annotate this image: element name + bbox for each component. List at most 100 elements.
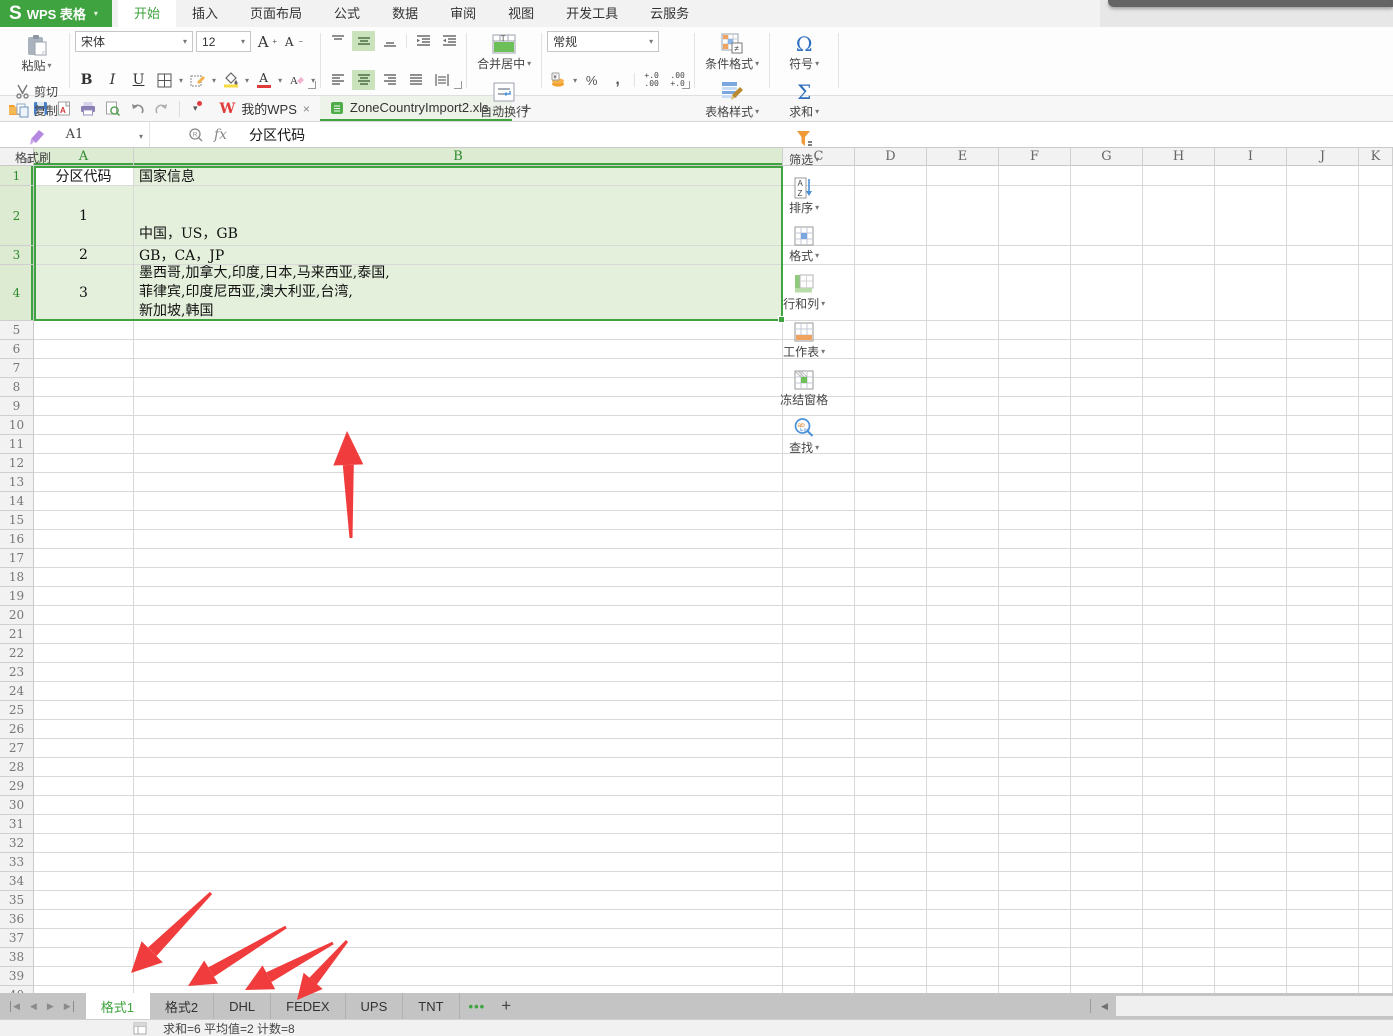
cell-K22[interactable]: [1359, 644, 1393, 663]
cell-I25[interactable]: [1215, 701, 1287, 720]
cell-K38[interactable]: [1359, 948, 1393, 967]
cell-E26[interactable]: [927, 720, 999, 739]
cell-K39[interactable]: [1359, 967, 1393, 986]
cell-J7[interactable]: [1287, 359, 1359, 378]
cell-K31[interactable]: [1359, 815, 1393, 834]
cell-G9[interactable]: [1071, 397, 1143, 416]
cell-F34[interactable]: [999, 872, 1071, 891]
row-header-7[interactable]: 7: [0, 359, 34, 378]
cell-G13[interactable]: [1071, 473, 1143, 492]
cell-I14[interactable]: [1215, 492, 1287, 511]
cell-C33[interactable]: [783, 853, 855, 872]
cell-A32[interactable]: [34, 834, 134, 853]
cell-C26[interactable]: [783, 720, 855, 739]
cell-D22[interactable]: [855, 644, 927, 663]
cell-H24[interactable]: [1143, 682, 1215, 701]
cell-B8[interactable]: [134, 378, 783, 397]
row-header-8[interactable]: 8: [0, 378, 34, 397]
cell-J15[interactable]: [1287, 511, 1359, 530]
cell-C29[interactable]: [783, 777, 855, 796]
cell-E27[interactable]: [927, 739, 999, 758]
cell-I39[interactable]: [1215, 967, 1287, 986]
cell-K29[interactable]: [1359, 777, 1393, 796]
cell-C19[interactable]: [783, 587, 855, 606]
cell-A26[interactable]: [34, 720, 134, 739]
menu-item-插入[interactable]: 插入: [176, 0, 234, 27]
cell-E18[interactable]: [927, 568, 999, 587]
cell-D31[interactable]: [855, 815, 927, 834]
menu-item-公式[interactable]: 公式: [318, 0, 376, 27]
cell-G15[interactable]: [1071, 511, 1143, 530]
cell-F14[interactable]: [999, 492, 1071, 511]
cell-H10[interactable]: [1143, 416, 1215, 435]
cell-C28[interactable]: [783, 758, 855, 777]
cell-G39[interactable]: [1071, 967, 1143, 986]
cell-F33[interactable]: [999, 853, 1071, 872]
table-style-button[interactable]: 表格样式▾: [700, 79, 764, 123]
cell-F22[interactable]: [999, 644, 1071, 663]
cell-I4[interactable]: [1215, 265, 1287, 321]
cell-I24[interactable]: [1215, 682, 1287, 701]
cell-A35[interactable]: [34, 891, 134, 910]
cell-D14[interactable]: [855, 492, 927, 511]
cell-E13[interactable]: [927, 473, 999, 492]
cell-J3[interactable]: [1287, 246, 1359, 265]
cell-J18[interactable]: [1287, 568, 1359, 587]
cell-H5[interactable]: [1143, 321, 1215, 340]
sum-button[interactable]: Σ 求和▾: [775, 79, 833, 123]
cell-J6[interactable]: [1287, 340, 1359, 359]
cell-G25[interactable]: [1071, 701, 1143, 720]
cell-F5[interactable]: [999, 321, 1071, 340]
cell-J28[interactable]: [1287, 758, 1359, 777]
row-header-30[interactable]: 30: [0, 796, 34, 815]
cell-J16[interactable]: [1287, 530, 1359, 549]
cell-D24[interactable]: [855, 682, 927, 701]
row-header-27[interactable]: 27: [0, 739, 34, 758]
cell-H33[interactable]: [1143, 853, 1215, 872]
cell-I20[interactable]: [1215, 606, 1287, 625]
cell-E40[interactable]: [927, 986, 999, 993]
cell-H25[interactable]: [1143, 701, 1215, 720]
cell-K26[interactable]: [1359, 720, 1393, 739]
cell-J35[interactable]: [1287, 891, 1359, 910]
cell-F10[interactable]: [999, 416, 1071, 435]
cell-I33[interactable]: [1215, 853, 1287, 872]
row-header-38[interactable]: 38: [0, 948, 34, 967]
cell-K28[interactable]: [1359, 758, 1393, 777]
cell-A31[interactable]: [34, 815, 134, 834]
cell-A5[interactable]: [34, 321, 134, 340]
cell-I8[interactable]: [1215, 378, 1287, 397]
cell-A29[interactable]: [34, 777, 134, 796]
cell-J40[interactable]: [1287, 986, 1359, 993]
cell-H21[interactable]: [1143, 625, 1215, 644]
cell-H39[interactable]: [1143, 967, 1215, 986]
font-size-select[interactable]: 12▾: [196, 31, 251, 52]
cell-F23[interactable]: [999, 663, 1071, 682]
filter-button[interactable]: 筛选▾: [775, 127, 833, 171]
cell-A4[interactable]: 3: [34, 265, 134, 321]
cell-A16[interactable]: [34, 530, 134, 549]
cell-D10[interactable]: [855, 416, 927, 435]
cell-I13[interactable]: [1215, 473, 1287, 492]
cell-H26[interactable]: [1143, 720, 1215, 739]
row-header-16[interactable]: 16: [0, 530, 34, 549]
cell-A30[interactable]: [34, 796, 134, 815]
cell-J5[interactable]: [1287, 321, 1359, 340]
cell-G29[interactable]: [1071, 777, 1143, 796]
cell-F37[interactable]: [999, 929, 1071, 948]
cell-A2[interactable]: 1: [34, 186, 134, 246]
cell-E8[interactable]: [927, 378, 999, 397]
cell-H23[interactable]: [1143, 663, 1215, 682]
cell-B20[interactable]: [134, 606, 783, 625]
cell-D7[interactable]: [855, 359, 927, 378]
row-header-3[interactable]: 3: [0, 246, 34, 265]
cell-H30[interactable]: [1143, 796, 1215, 815]
cell-G38[interactable]: [1071, 948, 1143, 967]
cell-H2[interactable]: [1143, 186, 1215, 246]
cell-G28[interactable]: [1071, 758, 1143, 777]
distribute-button[interactable]: [430, 70, 453, 90]
cell-D12[interactable]: [855, 454, 927, 473]
cell-J39[interactable]: [1287, 967, 1359, 986]
font-family-select[interactable]: 宋体▾: [75, 31, 193, 52]
cell-D25[interactable]: [855, 701, 927, 720]
